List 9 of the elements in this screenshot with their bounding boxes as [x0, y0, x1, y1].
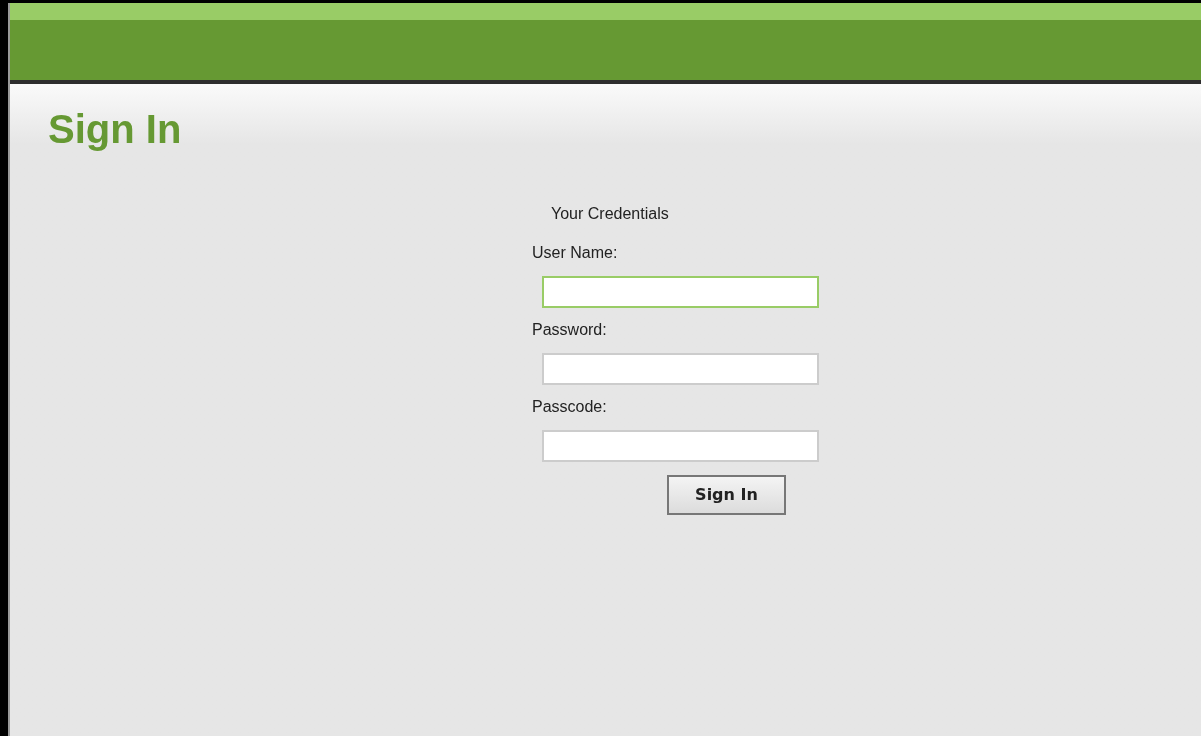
page-title: Sign In	[48, 106, 182, 153]
field-label: User Name:	[532, 243, 618, 263]
input-field[interactable]	[542, 430, 819, 462]
field-label: Password:	[532, 320, 607, 340]
input-field[interactable]	[542, 276, 819, 308]
sign-in-button[interactable]: Sign In	[667, 475, 786, 515]
field-label: Passcode:	[532, 397, 607, 417]
form-heading: Your Credentials	[551, 204, 669, 224]
input-field[interactable]	[542, 353, 819, 385]
